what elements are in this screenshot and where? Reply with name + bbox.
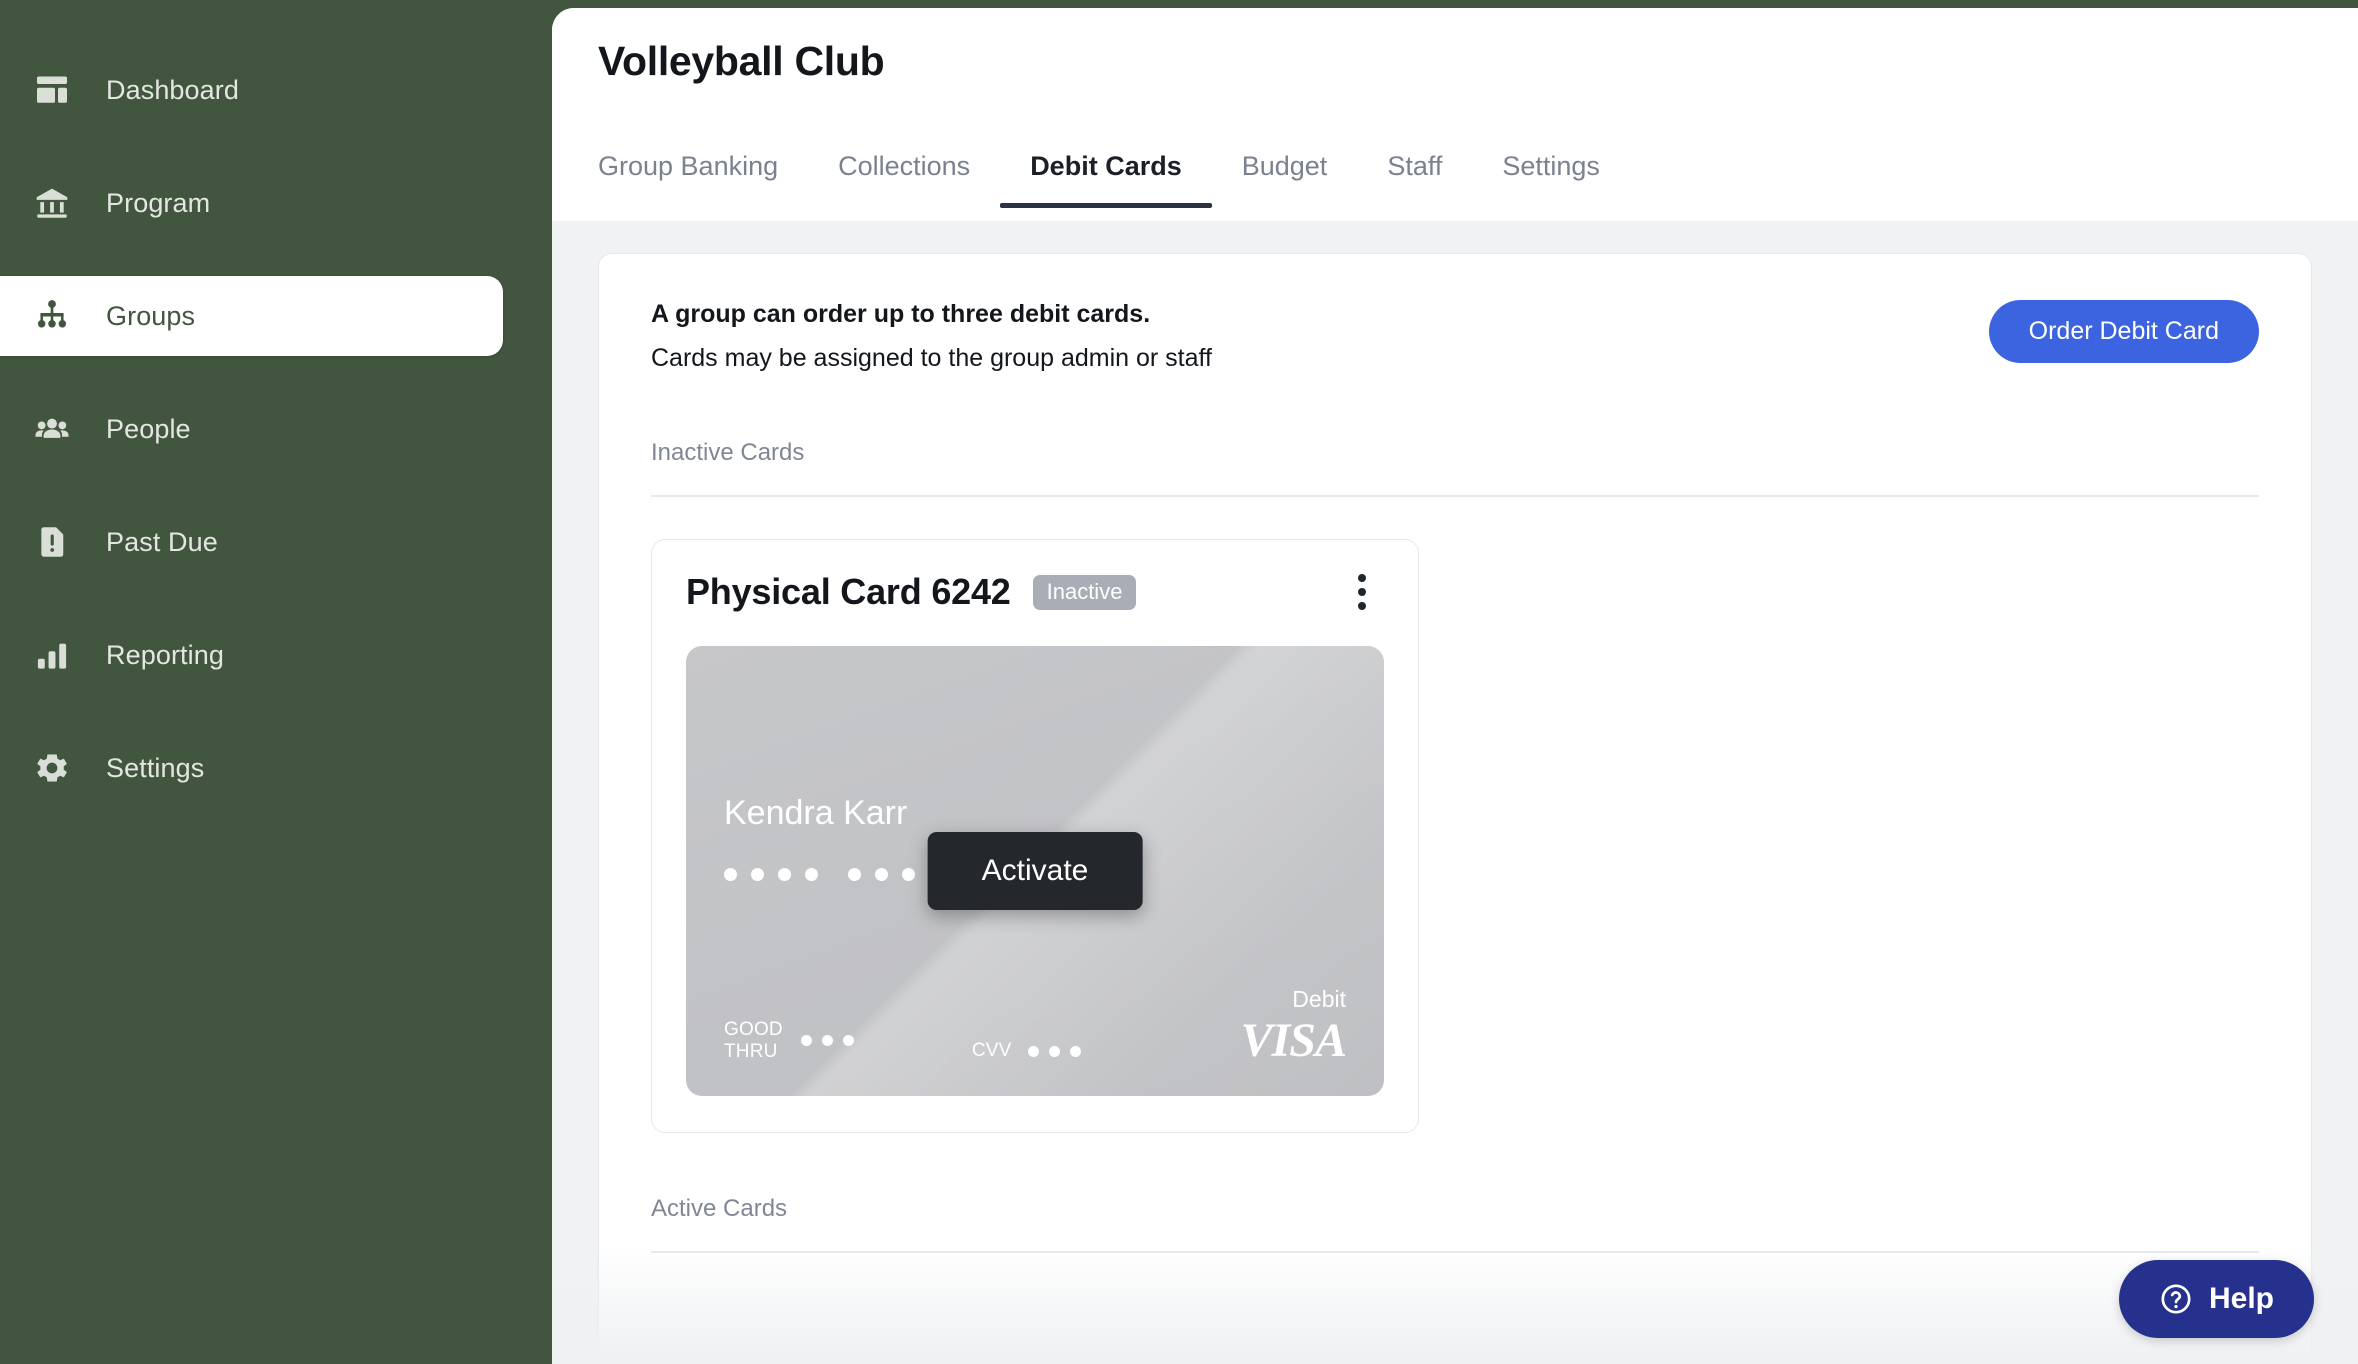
sidebar-item-label: Program bbox=[106, 187, 211, 218]
tab-budget[interactable]: Budget bbox=[1212, 151, 1358, 208]
sidebar-item-label: Dashboard bbox=[106, 74, 239, 105]
tab-staff[interactable]: Staff bbox=[1357, 151, 1472, 208]
good-thru-masked-value bbox=[800, 1035, 854, 1047]
bar-chart-icon bbox=[30, 633, 74, 677]
main-panel: Volleyball Club Group Banking Collection… bbox=[552, 8, 2358, 1364]
active-cards-label: Active Cards bbox=[651, 1195, 788, 1222]
sidebar: Dashboard Program Groups People Past Due… bbox=[0, 0, 552, 1364]
sidebar-item-label: Settings bbox=[106, 752, 205, 783]
dashboard-icon bbox=[30, 68, 74, 112]
sidebar-item-reporting[interactable]: Reporting bbox=[0, 615, 503, 695]
sidebar-item-settings[interactable]: Settings bbox=[0, 728, 503, 808]
visa-logo: VISA bbox=[1240, 1013, 1347, 1067]
question-circle-icon bbox=[2159, 1282, 2193, 1316]
cvv-masked-value bbox=[1027, 1045, 1081, 1057]
kebab-menu-icon[interactable] bbox=[1340, 570, 1384, 614]
inactive-cards-list: Physical Card 6242 Inactive Kendra Karr bbox=[651, 539, 2259, 1133]
sidebar-item-past-due[interactable]: Past Due bbox=[0, 502, 503, 582]
alert-doc-icon bbox=[30, 520, 74, 564]
inactive-cards-divider bbox=[651, 495, 2259, 497]
gear-icon bbox=[30, 746, 74, 790]
content-region: A group can order up to three debit card… bbox=[552, 221, 2358, 1364]
cvv-label: CVV bbox=[971, 1040, 1012, 1061]
good-thru-label: GOOD THRU bbox=[724, 1019, 783, 1062]
sidebar-item-groups[interactable]: Groups bbox=[0, 276, 503, 356]
inactive-cards-label: Inactive Cards bbox=[651, 439, 805, 466]
bank-icon bbox=[30, 181, 74, 225]
notice-row: A group can order up to three debit card… bbox=[651, 296, 2259, 377]
card-visual: Kendra Karr GOOD THRU CVV Debit VISA Act… bbox=[686, 646, 1384, 1096]
card-tile: Physical Card 6242 Inactive Kendra Karr bbox=[651, 539, 1419, 1133]
good-thru-line-2: THRU bbox=[724, 1040, 778, 1062]
sidebar-item-people[interactable]: People bbox=[0, 389, 503, 469]
sidebar-item-label: Past Due bbox=[106, 526, 218, 557]
sidebar-item-label: People bbox=[106, 413, 191, 444]
debit-cards-card: A group can order up to three debit card… bbox=[598, 253, 2312, 1364]
status-badge: Inactive bbox=[1032, 574, 1137, 610]
product-type-label: Debit bbox=[1292, 985, 1346, 1012]
tab-group-banking[interactable]: Group Banking bbox=[598, 151, 808, 208]
notice-headline: A group can order up to three debit card… bbox=[651, 300, 1151, 328]
panel-header: Volleyball Club Group Banking Collection… bbox=[552, 8, 2358, 221]
card-visual-footer: GOOD THRU CVV Debit VISA bbox=[724, 985, 1347, 1067]
tab-bar: Group Banking Collections Debit Cards Bu… bbox=[598, 118, 2312, 208]
good-thru-block: GOOD THRU bbox=[724, 1019, 854, 1062]
card-title: Physical Card 6242 bbox=[686, 571, 1011, 612]
notice-subline: Cards may be assigned to the group admin… bbox=[651, 343, 1212, 372]
tab-settings[interactable]: Settings bbox=[1472, 151, 1630, 208]
help-button-label: Help bbox=[2208, 1282, 2274, 1315]
card-tile-header: Physical Card 6242 Inactive bbox=[686, 570, 1384, 614]
notice-text-block: A group can order up to three debit card… bbox=[651, 296, 1212, 377]
good-thru-line-1: GOOD bbox=[724, 1019, 783, 1041]
page-title: Volleyball Club bbox=[598, 38, 885, 84]
cardholder-name: Kendra Karr bbox=[724, 794, 908, 832]
active-cards-divider bbox=[651, 1251, 2259, 1253]
card-brand-block: Debit VISA bbox=[1240, 985, 1347, 1067]
app-root: Dashboard Program Groups People Past Due… bbox=[0, 0, 2358, 1364]
people-icon bbox=[30, 407, 74, 451]
masked-card-number bbox=[724, 868, 942, 881]
sidebar-item-program[interactable]: Program bbox=[0, 163, 503, 243]
sidebar-item-dashboard[interactable]: Dashboard bbox=[0, 50, 503, 130]
cvv-block: CVV bbox=[972, 1040, 1081, 1062]
sidebar-item-label: Reporting bbox=[106, 639, 224, 670]
pan-group-1 bbox=[724, 868, 818, 881]
sidebar-item-label: Groups bbox=[106, 300, 196, 331]
help-button[interactable]: Help bbox=[2118, 1260, 2314, 1338]
activate-card-button[interactable]: Activate bbox=[927, 832, 1143, 910]
tab-debit-cards[interactable]: Debit Cards bbox=[1000, 151, 1212, 208]
org-chart-icon bbox=[30, 294, 74, 338]
order-debit-card-button[interactable]: Order Debit Card bbox=[1988, 300, 2259, 363]
card-tile-title-group: Physical Card 6242 Inactive bbox=[686, 571, 1137, 613]
tab-collections[interactable]: Collections bbox=[808, 151, 1000, 208]
